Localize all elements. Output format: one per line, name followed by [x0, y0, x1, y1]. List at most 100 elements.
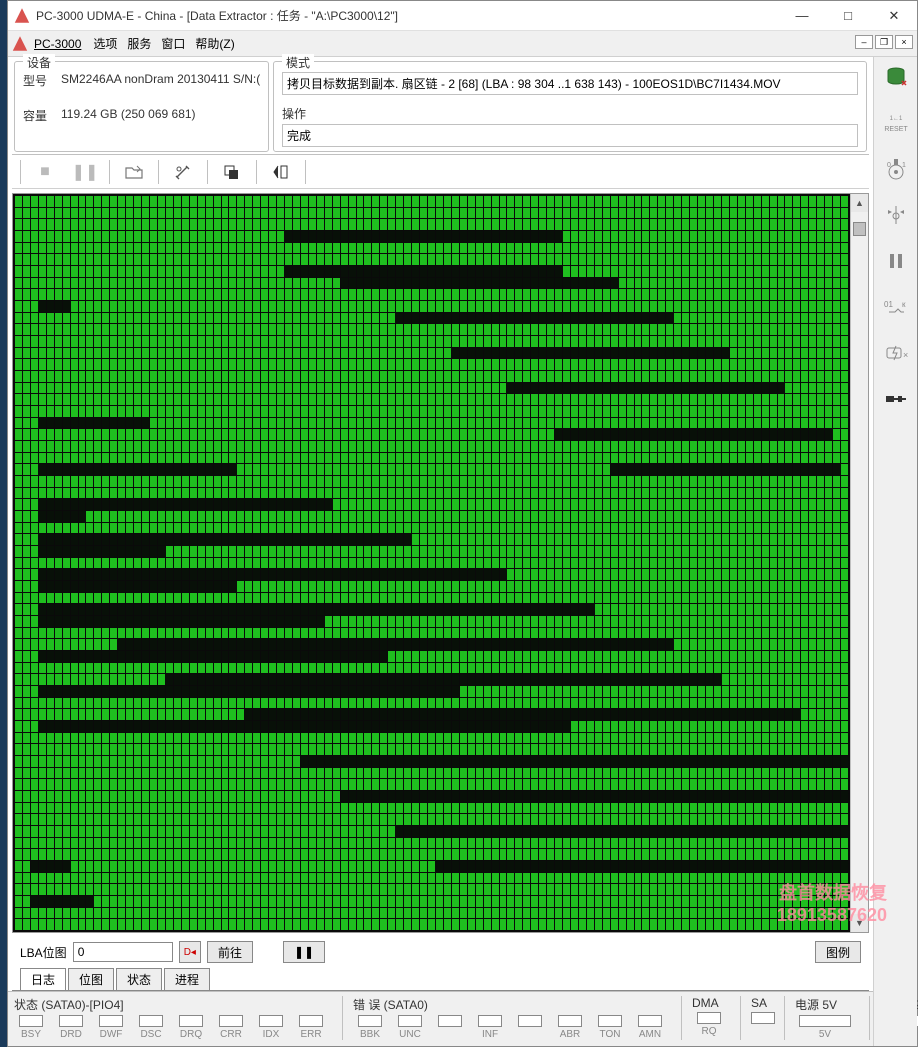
- side-tool-step[interactable]: 01 к: [882, 293, 910, 321]
- lba-pause-button[interactable]: ❚❚: [283, 941, 325, 963]
- goto-button[interactable]: 前往: [207, 941, 253, 963]
- sector-map[interactable]: [13, 194, 850, 932]
- side-tool-reset[interactable]: 1←1 RESET: [882, 109, 910, 137]
- toolbar: ■ ❚❚: [12, 155, 869, 189]
- svg-text:RESET: RESET: [884, 126, 908, 133]
- tab-bitmap[interactable]: 位图: [68, 968, 114, 990]
- led-label: INF: [482, 1029, 498, 1040]
- close-button[interactable]: ✕: [871, 1, 917, 31]
- side-tool-pause[interactable]: [882, 247, 910, 275]
- mdi-minimize[interactable]: –: [855, 35, 873, 49]
- side-tool-seek[interactable]: [882, 201, 910, 229]
- power5-section: 电源 5V 5V: [784, 996, 855, 1040]
- pause-icon: [887, 252, 905, 270]
- model-value: SM2246AA nonDram 20130411 S/N:(0: [61, 72, 260, 89]
- lba-input[interactable]: [73, 942, 173, 962]
- menu-window[interactable]: 窗口: [161, 35, 185, 52]
- title-bar[interactable]: PC-3000 UDMA-E - China - [Data Extractor…: [8, 1, 917, 31]
- side-tool-db[interactable]: [882, 63, 910, 91]
- brand-menu[interactable]: PC-3000: [34, 37, 81, 51]
- mdi-controls: – ❐ ×: [855, 35, 913, 49]
- copy-button[interactable]: [212, 157, 252, 187]
- mdi-close[interactable]: ×: [895, 35, 913, 49]
- led-label: DRD: [60, 1029, 82, 1040]
- device-group: 设备 型号 SM2246AA nonDram 20130411 S/N:(0 容…: [14, 61, 269, 152]
- scroll-down-button[interactable]: ▼: [851, 914, 868, 932]
- tools-icon: [174, 164, 192, 180]
- reset-icon: 1←1 RESET: [884, 113, 908, 133]
- menu-help[interactable]: 帮助(Z): [195, 35, 234, 52]
- exit-icon: [272, 164, 290, 180]
- legend-button[interactable]: 图例: [815, 941, 861, 963]
- led-label: TON: [600, 1029, 621, 1040]
- toolbar-sep: [207, 160, 208, 184]
- scroll-up-button[interactable]: ▲: [851, 194, 868, 212]
- led-label: AMN: [639, 1029, 661, 1040]
- led-label: IDX: [263, 1029, 280, 1040]
- settings-button[interactable]: [163, 157, 203, 187]
- tab-row: 日志 位图 状态 进程: [12, 967, 869, 991]
- led-label: CRR: [220, 1029, 242, 1040]
- toolbar-sep: [109, 160, 110, 184]
- model-label: 型号: [23, 72, 61, 89]
- maximize-button[interactable]: □: [825, 1, 871, 31]
- minimize-button[interactable]: —: [779, 1, 825, 31]
- dma-section: DMA RQ: [681, 996, 726, 1040]
- led-label: DWF: [100, 1029, 123, 1040]
- svg-text:1←1: 1←1: [889, 116, 902, 122]
- tab-process[interactable]: 进程: [164, 968, 210, 990]
- led-label: ERR: [300, 1029, 321, 1040]
- mode-text: 拷贝目标数据到副本. 扇区链 - 2 [68] (LBA : 98 304 ..…: [282, 72, 858, 95]
- sa-label: SA: [751, 996, 770, 1010]
- power5-led: 5V: [819, 1029, 831, 1040]
- tab-log[interactable]: 日志: [20, 968, 66, 990]
- menu-service[interactable]: 服务: [127, 35, 151, 52]
- window-title: PC-3000 UDMA-E - China - [Data Extractor…: [36, 7, 779, 24]
- pause-button[interactable]: ❚❚: [65, 157, 105, 187]
- lba-bar: LBA位图 D◂ 前往 ❚❚ 图例: [12, 937, 869, 967]
- copy-icon: [223, 164, 241, 180]
- lba-mode-button[interactable]: D◂: [179, 941, 201, 963]
- side-tool-power[interactable]: ×: [882, 339, 910, 367]
- power-icon: ×: [885, 344, 907, 362]
- led-label: UNC: [399, 1029, 421, 1040]
- stop-button[interactable]: ■: [25, 157, 65, 187]
- svg-text:к: к: [902, 300, 906, 309]
- exit-button[interactable]: [261, 157, 301, 187]
- map-scrollbar[interactable]: ▲ ▼: [850, 194, 868, 932]
- state-section: 状态 (SATA0)-[PIO4] BSYDRDDWFDSCDRQCRRIDXE…: [14, 996, 328, 1040]
- info-panel: 设备 型号 SM2246AA nonDram 20130411 S/N:(0 容…: [12, 61, 869, 155]
- folder-icon: [125, 164, 143, 180]
- led-label: DSC: [140, 1029, 161, 1040]
- tab-status[interactable]: 状态: [116, 968, 162, 990]
- side-tool-config[interactable]: [882, 385, 910, 413]
- toolbar-sep: [20, 160, 21, 184]
- config-icon: [884, 392, 908, 406]
- open-button[interactable]: [114, 157, 154, 187]
- side-tool-spindle[interactable]: 01: [882, 155, 910, 183]
- toolbar-sep: [256, 160, 257, 184]
- menu-bar: PC-3000 选项 服务 窗口 帮助(Z) – ❐ ×: [8, 31, 917, 57]
- sa-section: SA: [740, 996, 770, 1040]
- led-label: BBK: [360, 1029, 380, 1040]
- capacity-label: 容量: [23, 107, 61, 124]
- operation-label: 操作: [282, 105, 320, 122]
- svg-text:01: 01: [884, 300, 893, 309]
- lba-label: LBA位图: [20, 944, 67, 961]
- window-controls: — □ ✕: [779, 1, 917, 31]
- dma-label: DMA: [692, 996, 726, 1010]
- scroll-thumb[interactable]: [853, 222, 866, 236]
- svg-text:×: ×: [903, 350, 908, 360]
- status-bar: 状态 (SATA0)-[PIO4] BSYDRDDWFDSCDRQCRRIDXE…: [8, 991, 873, 1046]
- app-icon: [14, 8, 30, 24]
- mdi-restore[interactable]: ❐: [875, 35, 893, 49]
- dma-led: RQ: [702, 1026, 717, 1037]
- spindle-icon: 01: [885, 158, 907, 180]
- toolbar-sep: [158, 160, 159, 184]
- svg-text:0: 0: [887, 162, 891, 169]
- desktop-left-edge: [0, 0, 7, 1047]
- led-label: BSY: [21, 1029, 41, 1040]
- mode-group: 模式 拷贝目标数据到副本. 扇区链 - 2 [68] (LBA : 98 304…: [273, 61, 867, 152]
- led-label: DRQ: [180, 1029, 202, 1040]
- menu-options[interactable]: 选项: [93, 35, 117, 52]
